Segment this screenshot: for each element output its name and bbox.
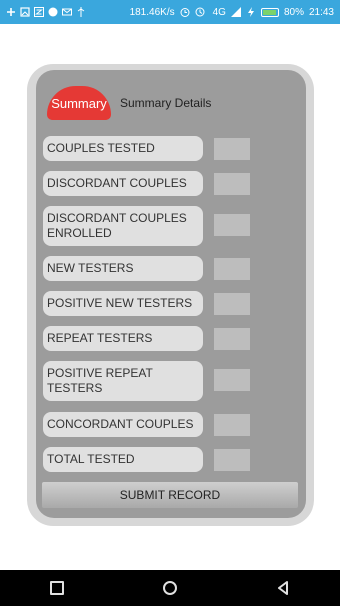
mail-icon [62,7,72,17]
summary-header: Summary Summary Details [47,86,211,120]
status-bar: 181.46K/s 4G 80% 21:43 [0,0,340,24]
field-input-discordant-couples[interactable] [214,173,250,195]
field-row-discordant-couples-enrolled: DISCORDANT COUPLES ENROLLED [43,206,251,246]
usb-icon [76,7,86,17]
field-row-discordant-couples: DISCORDANT COUPLES [43,171,251,196]
z-icon [34,7,44,17]
field-row-couples-tested: COUPLES TESTED [43,136,251,161]
field-label: CONCORDANT COUPLES [43,412,203,437]
submit-record-button[interactable]: SUBMIT RECORD [42,482,298,508]
plus-icon [6,7,16,17]
field-row-concordant-couples: CONCORDANT COUPLES [43,412,251,437]
field-label: DISCORDANT COUPLES [43,171,203,196]
charging-icon [246,7,256,17]
field-input-positive-repeat-testers[interactable] [214,369,250,391]
field-row-total-tested: TOTAL TESTED [43,447,251,472]
field-input-discordant-couples-enrolled[interactable] [214,214,250,236]
battery-percent: 80% [283,6,304,18]
image-icon [20,7,30,17]
field-input-positive-new-testers[interactable] [214,293,250,315]
field-label: DISCORDANT COUPLES ENROLLED [43,206,203,246]
summary-title: Summary Details [120,96,212,110]
field-input-concordant-couples[interactable] [214,414,250,436]
field-input-couples-tested[interactable] [214,138,250,160]
field-label: REPEAT TESTERS [43,326,203,351]
field-row-positive-repeat-testers: POSITIVE REPEAT TESTERS [43,361,251,401]
field-row-new-testers: NEW TESTERS [43,256,251,281]
home-icon[interactable] [162,581,177,595]
field-label: COUPLES TESTED [43,136,203,161]
back-icon[interactable] [276,581,290,595]
battery-icon [260,7,279,17]
field-input-new-testers[interactable] [214,258,250,280]
signal-icon [230,7,241,17]
clock-icon [195,7,205,17]
field-label: POSITIVE REPEAT TESTERS [43,361,203,401]
navigation-bar [0,570,340,606]
field-label: TOTAL TESTED [43,447,203,472]
alarm-icon [180,7,190,17]
recent-apps-icon[interactable] [49,581,64,595]
field-row-positive-new-testers: POSITIVE NEW TESTERS [43,291,251,316]
status-time: 21:43 [308,6,334,18]
circle-icon [48,7,58,17]
network-type: 4G [212,6,226,18]
field-input-repeat-testers[interactable] [214,328,250,350]
field-label: NEW TESTERS [43,256,203,281]
field-input-total-tested[interactable] [214,449,250,471]
summary-badge: Summary [47,86,111,120]
field-row-repeat-testers: REPEAT TESTERS [43,326,251,351]
field-label: POSITIVE NEW TESTERS [43,291,203,316]
network-speed: 181.46K/s [129,6,175,18]
